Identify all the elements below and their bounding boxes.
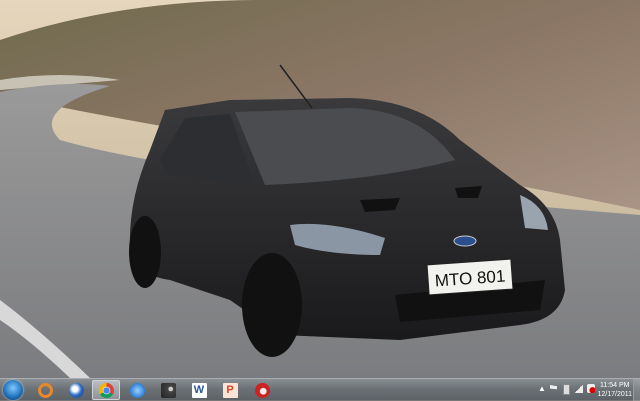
media-player-icon xyxy=(37,382,53,398)
taskbar-chrome[interactable] xyxy=(92,380,120,400)
network-icon[interactable] xyxy=(574,385,583,393)
clock-time: 11:54 PM xyxy=(600,382,630,389)
word-icon: W xyxy=(191,382,207,398)
taskbar-thunderbird[interactable] xyxy=(62,380,90,400)
show-hidden-icons-button[interactable]: ▲ xyxy=(538,384,546,393)
taskbar-word[interactable]: W xyxy=(185,380,213,400)
system-clock[interactable]: 11:54 PM 12/17/2011 xyxy=(597,381,632,399)
powerpoint-icon: P xyxy=(222,382,238,398)
action-center-flag-icon[interactable] xyxy=(550,385,557,390)
ccleaner-icon xyxy=(254,382,270,398)
chrome-icon xyxy=(98,382,114,398)
start-button[interactable] xyxy=(3,380,23,400)
show-desktop-button[interactable] xyxy=(633,379,640,401)
taskbar-itunes[interactable] xyxy=(123,380,151,400)
taskbar-powerpoint[interactable]: P xyxy=(216,380,244,400)
volume-muted-icon[interactable] xyxy=(587,384,595,393)
clock-date: 12/17/2011 xyxy=(597,391,632,398)
taskbar-steam[interactable] xyxy=(154,380,182,400)
power-battery-icon[interactable] xyxy=(563,384,570,395)
taskbar-ccleaner[interactable] xyxy=(248,380,276,400)
desktop-wallpaper: MTO 801 xyxy=(0,0,640,378)
itunes-icon xyxy=(129,382,145,398)
taskbar-media-player[interactable] xyxy=(31,380,59,400)
steam-icon xyxy=(160,382,176,398)
taskbar: W P ▲ 11:54 PM 12/17/2011 xyxy=(0,378,640,401)
thunderbird-icon xyxy=(68,382,84,398)
